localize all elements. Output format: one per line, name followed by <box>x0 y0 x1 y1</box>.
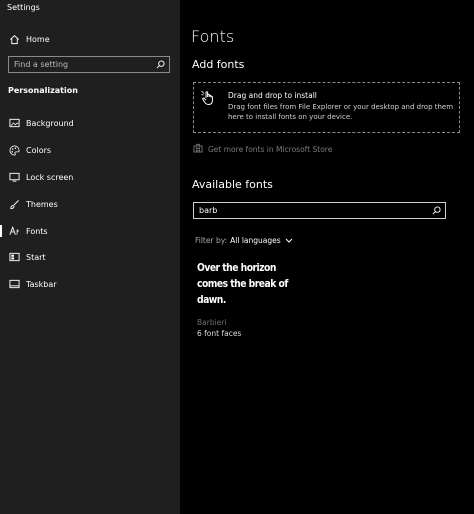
store-icon <box>193 143 203 155</box>
filter-value[interactable]: All languages <box>230 236 281 245</box>
available-fonts-heading: Available fonts <box>192 178 273 191</box>
palette-icon <box>8 144 20 156</box>
sidebar-item-label: Start <box>26 252 46 262</box>
font-search-box[interactable] <box>193 202 446 219</box>
preview-line: Over the horizon <box>197 262 276 274</box>
start-icon <box>8 251 20 263</box>
drop-zone[interactable]: Drag and drop to install Drag font files… <box>193 82 460 133</box>
drag-hand-icon <box>200 89 218 107</box>
language-filter[interactable]: Filter by: All languages <box>195 236 293 245</box>
drop-zone-description: Drag font files from File Explorer or yo… <box>228 103 454 121</box>
store-link-label: Get more fonts in Microsoft Store <box>208 144 333 154</box>
window-title: Settings <box>7 3 40 12</box>
sidebar-item-label: Lock screen <box>26 172 74 182</box>
drop-zone-title: Drag and drop to install <box>228 91 317 100</box>
sidebar-item-taskbar[interactable]: Taskbar <box>0 275 180 293</box>
sidebar-item-label: Background <box>26 118 74 128</box>
main-content: Fonts Add fonts Drag and drop to install… <box>180 0 474 514</box>
page-title: Fonts <box>191 27 235 46</box>
sidebar-item-colors[interactable]: Colors <box>0 141 180 159</box>
lock-screen-icon <box>8 171 20 183</box>
home-icon <box>8 33 20 45</box>
fonts-icon <box>8 225 20 237</box>
sidebar-item-label: Themes <box>26 199 58 209</box>
search-icon[interactable] <box>429 204 443 218</box>
image-icon <box>8 117 20 129</box>
home-button[interactable]: Home <box>8 32 50 46</box>
font-name: Barbieri <box>197 318 227 327</box>
font-search-input[interactable] <box>194 203 429 218</box>
sidebar-item-label: Taskbar <box>26 279 57 289</box>
brush-icon <box>8 198 20 210</box>
sidebar-item-background[interactable]: Background <box>0 114 180 132</box>
sidebar-item-fonts[interactable]: Fonts <box>0 222 180 240</box>
sidebar-item-label: Colors <box>26 145 52 155</box>
preview-line: comes the break of <box>197 278 288 290</box>
sidebar-item-themes[interactable]: Themes <box>0 195 180 213</box>
find-setting-search[interactable] <box>8 56 170 73</box>
find-setting-input[interactable] <box>9 57 153 72</box>
font-face-count: 6 font faces <box>197 329 242 338</box>
sidebar: Settings Home Personalization Background… <box>0 0 180 514</box>
store-link[interactable]: Get more fonts in Microsoft Store <box>193 143 332 155</box>
taskbar-icon <box>8 278 20 290</box>
sidebar-item-lock-screen[interactable]: Lock screen <box>0 168 180 186</box>
chevron-down-icon[interactable] <box>285 236 293 245</box>
section-title: Personalization <box>8 86 78 95</box>
sidebar-item-label: Fonts <box>26 226 48 236</box>
search-icon[interactable] <box>153 58 167 72</box>
add-fonts-heading: Add fonts <box>192 58 245 71</box>
home-label: Home <box>26 34 50 44</box>
preview-line: dawn. <box>197 294 226 306</box>
sidebar-item-start[interactable]: Start <box>0 248 180 266</box>
font-preview-text: Over the horizon comes the break of dawn… <box>197 260 294 308</box>
filter-label: Filter by: <box>195 236 228 245</box>
